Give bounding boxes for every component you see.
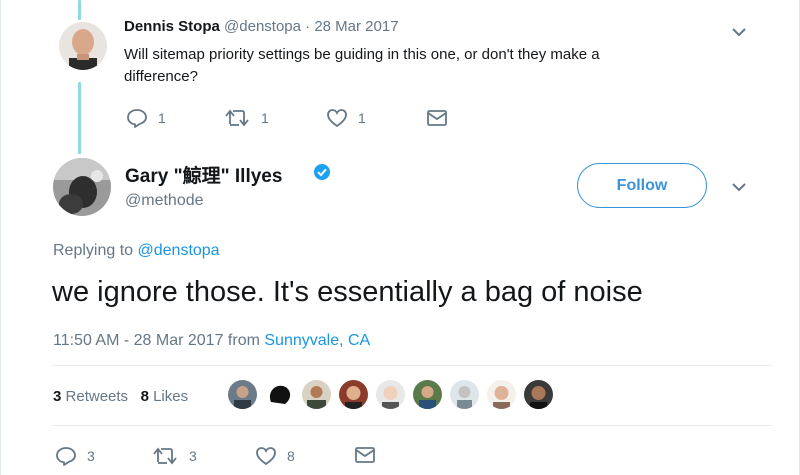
reply-text-line1: Will sitemap priority settings be guidin… xyxy=(124,46,600,63)
avatar[interactable] xyxy=(53,158,111,216)
reply-button[interactable]: 1 xyxy=(126,108,166,128)
retweets-stat[interactable]: 3 Retweets xyxy=(53,388,128,405)
avatar[interactable] xyxy=(59,22,107,70)
reply-button[interactable]: 3 xyxy=(55,446,95,466)
liker-avatar[interactable] xyxy=(263,378,296,411)
liker-avatar[interactable] xyxy=(374,378,407,411)
thread-line-top xyxy=(78,0,81,20)
reply-text: Will sitemap priority settings be guidin… xyxy=(124,44,600,88)
liker-avatar[interactable] xyxy=(448,378,481,411)
likes-label: Likes xyxy=(153,388,189,405)
replying-to: Replying to @denstopa xyxy=(53,242,220,260)
retweet-button[interactable]: 3 xyxy=(153,446,197,466)
liker-avatar[interactable] xyxy=(337,378,370,411)
message-button[interactable] xyxy=(426,109,448,127)
author-name-start: Gary " xyxy=(125,166,183,187)
likes-count: 8 xyxy=(140,388,149,405)
replying-to-handle[interactable]: @denstopa xyxy=(138,242,220,259)
reply-icon xyxy=(55,446,77,466)
liker-avatar[interactable] xyxy=(300,378,333,411)
like-count: 1 xyxy=(358,110,366,126)
likes-stat[interactable]: 8 Likes xyxy=(141,388,189,405)
author-name[interactable]: Dennis Stopa xyxy=(124,18,220,35)
tweet-location[interactable]: Sunnyvale, CA xyxy=(264,332,370,349)
like-icon xyxy=(255,446,277,466)
retweet-count: 1 xyxy=(261,110,269,126)
message-icon xyxy=(426,109,448,127)
retweets-count: 3 xyxy=(53,388,62,405)
author-handle[interactable]: @denstopa xyxy=(224,18,301,35)
thread-line-bottom xyxy=(78,82,81,154)
replying-to-label: Replying to xyxy=(53,242,134,259)
reply-icon xyxy=(126,108,148,128)
likers-avatars xyxy=(226,378,555,411)
engagement-stats: 3 Retweets 8 Likes xyxy=(53,388,188,405)
follow-button[interactable]: Follow xyxy=(577,163,707,208)
retweet-button[interactable]: 1 xyxy=(225,108,269,128)
chevron-down-icon[interactable] xyxy=(730,25,748,37)
tweet-timestamp: 11:50 AM - 28 Mar 2017 from Sunnyvale, C… xyxy=(53,332,370,350)
author-name-cjk: 鯨理 xyxy=(182,166,221,187)
author-name-end: " Illyes xyxy=(220,166,283,187)
reply-header: Dennis Stopa @denstopa · 28 Mar 2017 xyxy=(124,18,399,35)
liker-avatar[interactable] xyxy=(411,378,444,411)
retweet-count: 3 xyxy=(189,448,197,464)
tweet-thread: Dennis Stopa @denstopa · 28 Mar 2017 Wil… xyxy=(0,0,800,475)
verified-icon xyxy=(313,163,331,181)
liker-avatar[interactable] xyxy=(485,378,518,411)
reply-count: 3 xyxy=(87,448,95,464)
message-icon xyxy=(354,446,376,464)
reply-count: 1 xyxy=(158,110,166,126)
message-button[interactable] xyxy=(354,446,376,464)
chevron-down-icon[interactable] xyxy=(730,180,748,192)
main-author-handle[interactable]: @methode xyxy=(125,192,204,210)
retweet-icon xyxy=(153,446,179,466)
tweet-time[interactable]: 11:50 AM - 28 Mar 2017 from xyxy=(53,332,260,349)
tweet-text: we ignore those. It's essentially a bag … xyxy=(52,276,643,308)
reply-text-line2: difference? xyxy=(124,68,198,85)
like-count: 8 xyxy=(287,448,295,464)
retweets-label: Retweets xyxy=(65,388,129,405)
liker-avatar[interactable] xyxy=(226,378,259,411)
liker-avatar[interactable] xyxy=(522,378,555,411)
divider xyxy=(52,365,772,366)
like-icon xyxy=(326,108,348,128)
tweet-date[interactable]: · 28 Mar 2017 xyxy=(305,18,398,35)
main-author-name[interactable]: Gary "鯨理" Illyes xyxy=(125,161,282,188)
divider xyxy=(52,425,772,426)
retweet-icon xyxy=(225,108,251,128)
like-button[interactable]: 8 xyxy=(255,446,295,466)
like-button[interactable]: 1 xyxy=(326,108,366,128)
